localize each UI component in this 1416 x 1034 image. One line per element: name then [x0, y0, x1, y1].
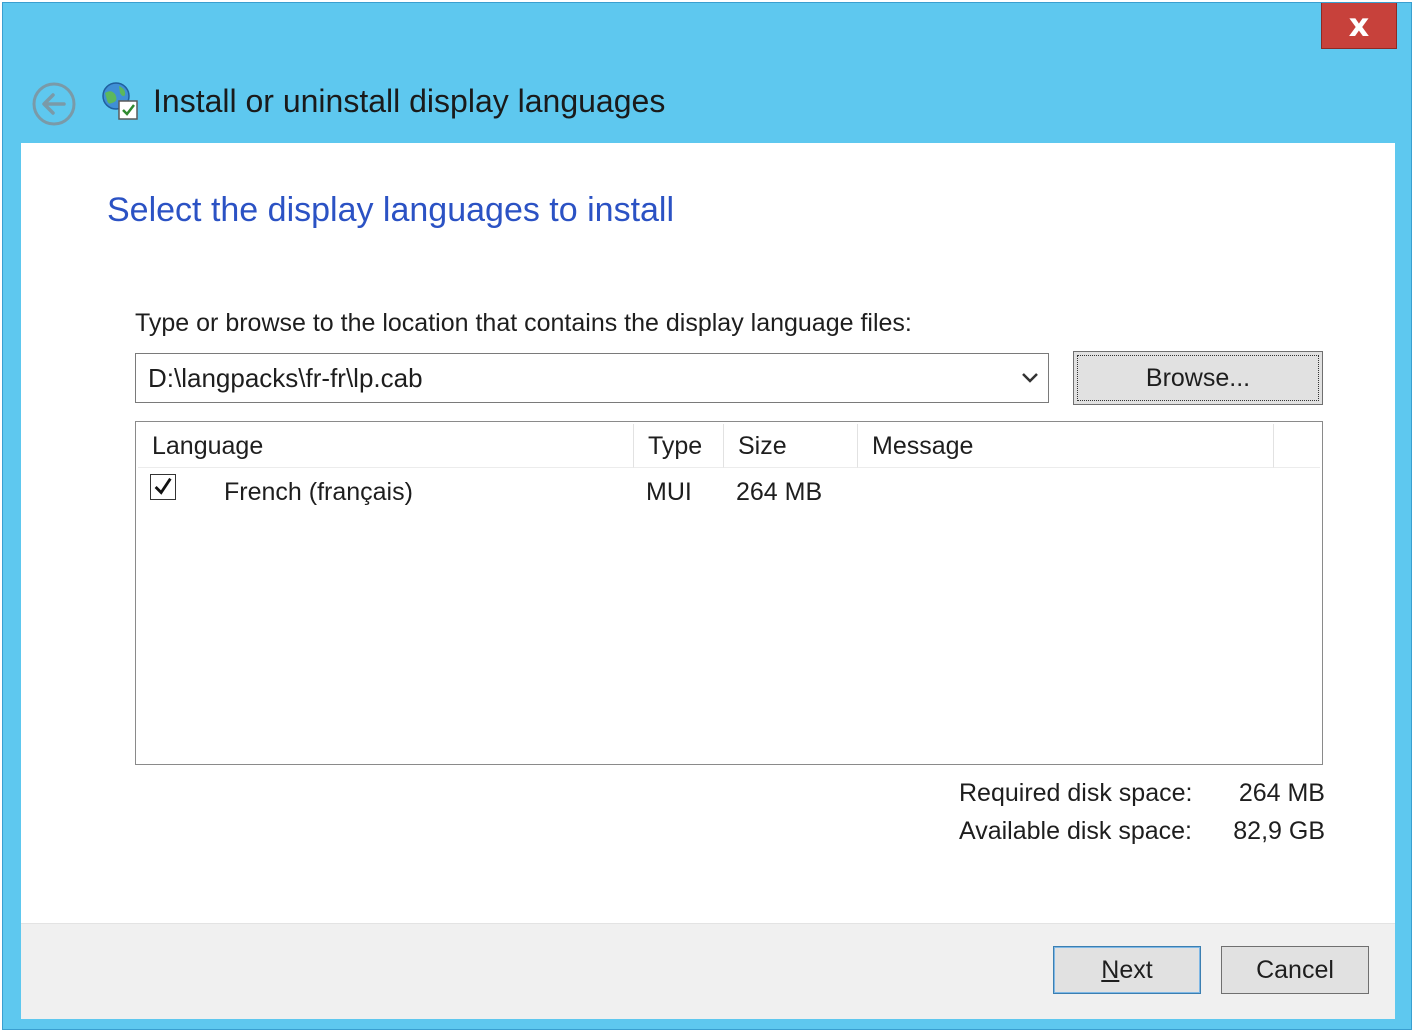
column-header-size[interactable]: Size — [724, 424, 858, 468]
location-label: Type or browse to the location that cont… — [135, 309, 912, 337]
dialog-window: x Install or uninstall display languages… — [2, 2, 1412, 1030]
checkmark-icon — [154, 477, 172, 495]
next-label: ext — [1119, 955, 1153, 984]
page-heading: Select the display languages to install — [107, 191, 675, 229]
required-disk-label: Required disk space: — [959, 779, 1193, 807]
row-language: French (français) — [224, 478, 413, 506]
dialog-footer: Next Cancel — [21, 923, 1395, 1019]
language-checkbox[interactable] — [150, 474, 176, 500]
location-path-value[interactable]: D:\langpacks\fr-fr\lp.cab — [148, 363, 423, 394]
available-disk-value: 82,9 GB — [1233, 817, 1325, 845]
available-disk-label: Available disk space: — [959, 817, 1193, 845]
cancel-button[interactable]: Cancel — [1221, 946, 1369, 994]
dialog-content: Select the display languages to install … — [21, 143, 1395, 1019]
back-arrow-icon[interactable] — [31, 81, 77, 127]
next-mnemonic: N — [1101, 955, 1120, 984]
window-title: Install or uninstall display languages — [153, 83, 666, 119]
location-combobox[interactable]: D:\langpacks\fr-fr\lp.cab — [135, 353, 1049, 403]
globe-language-icon — [102, 82, 138, 120]
column-header-filler — [1274, 424, 1320, 468]
browse-button[interactable]: Browse... — [1073, 351, 1323, 405]
close-button[interactable]: x — [1321, 3, 1397, 49]
chevron-down-icon[interactable] — [1018, 368, 1042, 388]
column-header-message[interactable]: Message — [858, 424, 1274, 468]
row-type: MUI — [646, 478, 692, 506]
language-list: Language Type Size Message French (franç… — [135, 421, 1323, 765]
column-header-type[interactable]: Type — [634, 424, 724, 468]
next-button[interactable]: Next — [1053, 946, 1201, 994]
row-size: 264 MB — [736, 478, 823, 506]
close-icon: x — [1348, 6, 1370, 44]
column-header-language[interactable]: Language — [138, 424, 634, 468]
required-disk-value: 264 MB — [1238, 779, 1325, 807]
